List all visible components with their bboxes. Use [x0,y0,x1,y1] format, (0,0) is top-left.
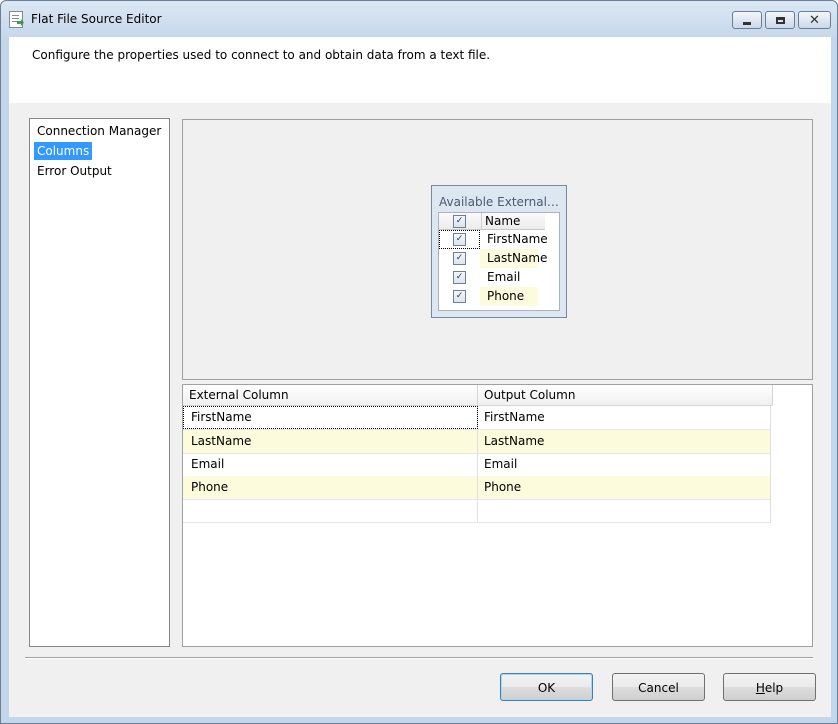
help-label-rest: elp [764,681,784,695]
output-column-cell[interactable]: Email [478,453,771,476]
column-mapping-panel: Available External Co... ✓ Name ✓ FirstN… [182,119,813,380]
output-column-cell[interactable]: Phone [478,476,771,499]
header-band: Configure the properties used to connect… [9,37,831,103]
column-checkbox-phone[interactable]: ✓ [453,290,466,303]
window-title: Flat File Source Editor [31,12,162,26]
name-column-header[interactable]: Name [481,213,539,229]
available-columns-grid: ✓ Name ✓ FirstName ✓ LastName ✓ Email ✓ … [438,212,560,311]
available-external-columns-box[interactable]: Available External Co... ✓ Name ✓ FirstN… [431,185,567,318]
column-checkbox-email[interactable]: ✓ [453,271,466,284]
external-column-cell[interactable]: Phone [183,476,478,499]
checkbox-cell: ✓ [439,287,480,306]
grid-header: External Column Output Column [183,385,773,406]
new-external-column-cell[interactable] [183,499,478,522]
flat-file-source-icon [9,11,23,28]
column-mapping-grid: External Column Output Column FirstName … [182,384,813,647]
nav-item-columns[interactable]: Columns [34,142,93,160]
available-columns-title: Available External Co... [439,195,561,209]
external-column-cell[interactable]: FirstName [183,406,478,429]
maximize-icon [775,16,785,24]
available-column-name: LastName [480,249,547,268]
available-column-row: ✓ Email [439,268,545,287]
select-all-checkbox[interactable]: ✓ [453,214,466,228]
dialog-client-area: Configure the properties used to connect… [9,37,831,717]
page-navigation-list: Connection Manager Columns Error Output [29,118,170,647]
minimize-button[interactable] [732,11,762,29]
external-column-header[interactable]: External Column [183,385,478,405]
nav-item-connection-manager[interactable]: Connection Manager [34,122,164,140]
close-icon: ✕ [809,12,820,28]
nav-item-error-output[interactable]: Error Output [34,162,115,180]
available-column-name: Phone [480,287,538,306]
external-column-cell[interactable]: LastName [183,430,478,453]
output-column-header[interactable]: Output Column [478,385,773,405]
dialog-window: Flat File Source Editor ✕ Configure the … [0,0,838,724]
new-row [183,499,771,523]
available-column-row: ✓ Phone [439,287,545,306]
button-separator [25,657,813,659]
column-checkbox-firstname[interactable]: ✓ [453,233,466,246]
output-column-cell[interactable]: FirstName [478,406,771,429]
available-column-row: ✓ FirstName [439,230,548,249]
minimize-icon [743,21,751,25]
help-mnemonic: H [755,681,765,695]
close-button[interactable]: ✕ [798,11,831,29]
table-row: Email Email [183,453,771,477]
select-all-cell: ✓ [439,213,480,229]
checkbox-cell: ✓ [439,268,480,287]
page-description: Configure the properties used to connect… [32,48,491,62]
title-bar[interactable]: Flat File Source Editor ✕ [1,1,837,37]
table-row: FirstName FirstName [183,406,771,430]
available-column-name: Email [487,270,521,284]
column-checkbox-lastname[interactable]: ✓ [453,252,466,265]
checkbox-cell: ✓ [439,249,480,268]
available-column-name: FirstName [487,232,548,246]
table-row: Phone Phone [183,476,771,500]
table-row: LastName LastName [183,430,771,454]
help-button[interactable]: Help [723,673,816,701]
external-column-cell[interactable]: Email [183,453,478,476]
ok-button[interactable]: OK [500,673,593,701]
checkbox-cell: ✓ [439,230,480,249]
cancel-button[interactable]: Cancel [612,673,705,701]
available-columns-header: ✓ Name [439,213,545,230]
available-column-row: ✓ LastName [439,249,547,268]
new-output-column-cell[interactable] [478,499,771,522]
output-column-cell[interactable]: LastName [478,430,771,453]
maximize-button[interactable] [765,11,795,29]
